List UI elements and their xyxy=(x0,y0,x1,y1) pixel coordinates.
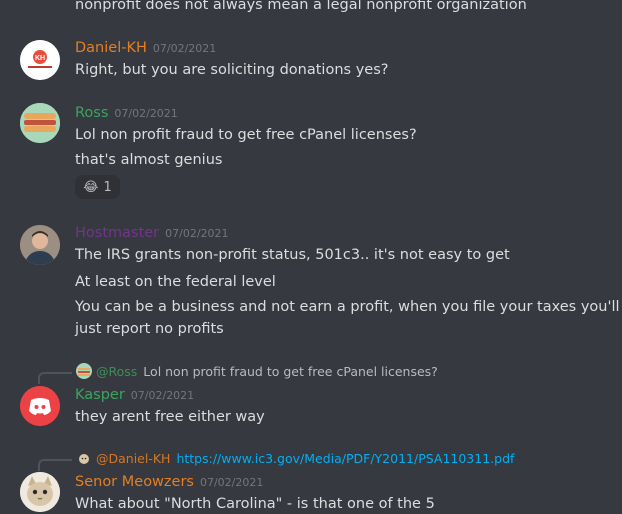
username[interactable]: Senor Meowzers xyxy=(75,472,194,492)
reply-connector xyxy=(38,372,72,384)
timestamp: 07/02/2021 xyxy=(130,389,195,402)
message-text: they arent free either way xyxy=(75,409,265,425)
username[interactable]: Ross xyxy=(75,103,108,123)
person-avatar-icon[interactable] xyxy=(20,225,60,265)
message-header: Daniel-KH 07/02/2021 xyxy=(75,38,216,58)
message-header: Senor Meowzers 07/02/2021 xyxy=(75,472,263,492)
laugh-emoji-icon: 😂 xyxy=(83,179,99,195)
message-text: The IRS grants non-profit status, 501c3.… xyxy=(75,247,510,263)
cat-avatar-icon[interactable] xyxy=(20,472,60,512)
username[interactable]: Kasper xyxy=(75,385,125,405)
discord-logo-icon[interactable] xyxy=(20,386,60,426)
message-header: Kasper 07/02/2021 xyxy=(75,385,194,405)
message-text: just report no profits xyxy=(75,321,224,337)
reply-connector xyxy=(38,459,72,471)
timestamp: 07/02/2021 xyxy=(165,227,229,240)
food-avatar-icon xyxy=(76,363,92,379)
reply-mention[interactable]: @Daniel-KH xyxy=(96,451,170,466)
reply-link[interactable]: https://www.ic3.gov/Media/PDF/Y2011/PSA1… xyxy=(176,451,514,466)
timestamp: 07/02/2021 xyxy=(114,107,178,120)
reaction-count: 1 xyxy=(103,179,112,195)
timestamp: 07/02/2021 xyxy=(199,476,264,489)
message-text: nonprofit does not always mean a legal n… xyxy=(75,0,527,13)
message-text: Right, but you are soliciting donations … xyxy=(75,62,389,78)
username[interactable]: Daniel-KH xyxy=(75,38,147,58)
kh-logo-icon[interactable]: KH xyxy=(20,40,60,80)
reply-mention[interactable]: @Ross xyxy=(96,364,137,379)
reply-preview[interactable]: @Daniel-KH https://www.ic3.gov/Media/PDF… xyxy=(76,450,514,466)
message-text: What about "North Carolina" - is that on… xyxy=(75,496,435,512)
message-text: that's almost genius xyxy=(75,152,223,168)
reply-text[interactable]: Lol non profit fraud to get free cPanel … xyxy=(143,364,438,379)
message-text: Lol non profit fraud to get free cPanel … xyxy=(75,127,417,143)
food-avatar-icon[interactable] xyxy=(20,103,60,143)
reply-preview[interactable]: @Ross Lol non profit fraud to get free c… xyxy=(76,363,438,379)
message-header: Ross 07/02/2021 xyxy=(75,103,178,123)
timestamp: 07/02/2021 xyxy=(152,42,217,55)
svg-text:KH: KH xyxy=(35,55,45,62)
username[interactable]: Hostmaster xyxy=(75,223,159,243)
cat-avatar-icon xyxy=(76,450,92,466)
message-header: Hostmaster 07/02/2021 xyxy=(75,223,229,243)
message-text: At least on the federal level xyxy=(75,274,276,290)
message-text: You can be a business and not earn a pro… xyxy=(75,299,620,315)
reaction-button[interactable]: 😂 1 xyxy=(75,175,120,199)
